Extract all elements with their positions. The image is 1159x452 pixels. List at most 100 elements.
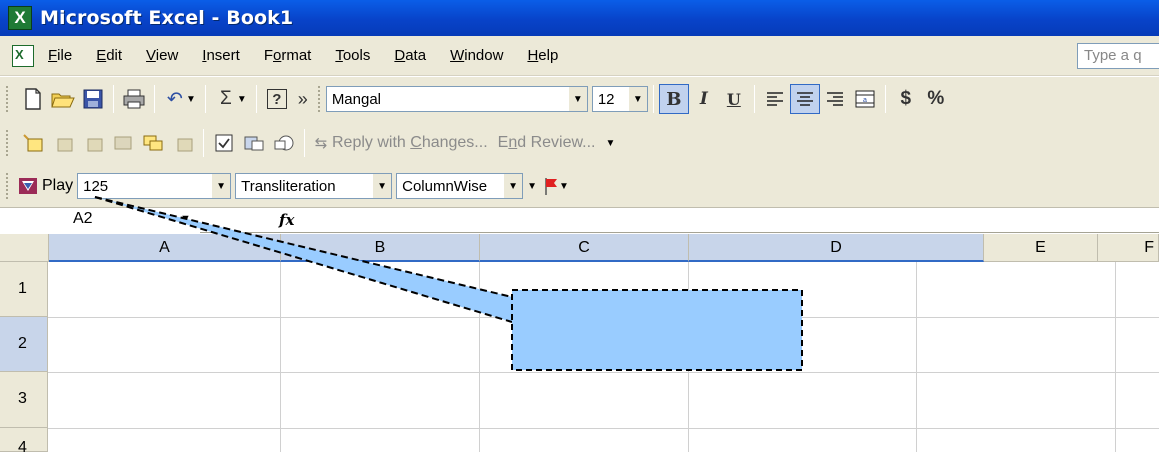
menu-tools[interactable]: Tools xyxy=(335,47,370,64)
align-center-icon[interactable] xyxy=(789,84,820,114)
align-right-icon[interactable] xyxy=(820,84,850,114)
grid-line xyxy=(1115,262,1116,452)
toolbar-options-icon[interactable]: » xyxy=(292,84,314,114)
mode-combo[interactable]: Transliteration ▼ xyxy=(235,173,393,199)
chevron-down-icon[interactable]: ▼ xyxy=(373,174,392,198)
previous-comment-icon xyxy=(48,128,78,158)
svg-text:a: a xyxy=(863,97,867,104)
name-box-dropdown-icon[interactable]: ▼ xyxy=(180,213,191,225)
toolbar-grip[interactable] xyxy=(6,130,10,156)
chevron-down-icon[interactable]: ▼ xyxy=(212,174,231,198)
menu-format[interactable]: Format xyxy=(264,47,312,64)
chevron-down-icon[interactable]: ▼ xyxy=(628,87,647,111)
toolbar-separator xyxy=(255,85,257,113)
play-button[interactable]: Play xyxy=(18,176,73,196)
menu-insert[interactable]: Insert xyxy=(202,47,240,64)
column-header-f[interactable]: F xyxy=(1098,234,1159,262)
grid-line xyxy=(48,372,1159,373)
name-box[interactable]: A2 xyxy=(0,208,200,233)
open-folder-icon[interactable] xyxy=(48,84,78,114)
menu-help[interactable]: Help xyxy=(527,47,558,64)
insert-function-icon[interactable]: fx xyxy=(279,211,294,229)
toolbar-grip[interactable] xyxy=(6,86,10,112)
column-header-a[interactable]: A xyxy=(49,234,281,262)
menu-edit[interactable]: Edit xyxy=(96,47,122,64)
menu-data[interactable]: Data xyxy=(394,47,426,64)
merge-center-icon[interactable]: a xyxy=(850,84,880,114)
workbook-icon[interactable] xyxy=(12,44,34,67)
direction-combo[interactable]: ColumnWise ▼ xyxy=(396,173,524,199)
toolbar-options-icon[interactable]: ▼ xyxy=(605,138,615,149)
formula-bar: A2 ▼ fx xyxy=(0,207,1159,233)
toolbar-grip[interactable] xyxy=(317,86,322,112)
speed-combo[interactable]: 125 ▼ xyxy=(77,173,232,199)
chevron-down-icon[interactable]: ▼ xyxy=(568,87,587,111)
italic-button[interactable]: I xyxy=(689,84,719,114)
underline-button[interactable]: U xyxy=(719,84,749,114)
font-name-select[interactable]: Mangal ▼ xyxy=(325,86,588,112)
menu-bar: File Edit View Insert Format Tools Data … xyxy=(0,36,1159,76)
show-all-comments-icon[interactable] xyxy=(138,128,168,158)
new-comment-icon[interactable] xyxy=(18,128,48,158)
cell-grid[interactable] xyxy=(49,262,1159,452)
column-header-c[interactable]: C xyxy=(480,234,689,262)
grid-line xyxy=(916,262,917,452)
toolbar-separator xyxy=(154,85,155,113)
protect-share-icon[interactable] xyxy=(239,128,269,158)
toolbar-grip[interactable] xyxy=(6,173,10,199)
toolbar-separator xyxy=(304,129,305,157)
currency-button[interactable]: $ xyxy=(891,84,921,114)
toolbar-separator xyxy=(652,85,654,113)
select-all-corner[interactable] xyxy=(0,234,49,262)
play-label: Play xyxy=(42,177,74,194)
column-header-e[interactable]: E xyxy=(984,234,1098,262)
toolbar-separator xyxy=(203,129,204,157)
toolbar-separator xyxy=(753,85,755,113)
toolbar-separator xyxy=(113,85,114,113)
column-header-b[interactable]: B xyxy=(281,234,480,262)
toolbar-options-icon[interactable]: ▼ xyxy=(559,181,569,192)
next-comment-icon xyxy=(78,128,108,158)
combo-options-icon[interactable]: ▼ xyxy=(527,181,537,192)
new-file-icon[interactable] xyxy=(18,84,48,114)
menu-file[interactable]: File xyxy=(48,47,72,64)
column-header-d[interactable]: D xyxy=(689,234,984,262)
chevron-down-icon[interactable]: ▼ xyxy=(504,174,523,198)
bold-button[interactable]: B xyxy=(658,84,689,114)
show-comment-icon xyxy=(108,128,138,158)
row-header-2[interactable]: 2 xyxy=(0,317,48,372)
toolbar-separator xyxy=(204,85,206,113)
grid-line xyxy=(48,317,1159,318)
row-header-3[interactable]: 3 xyxy=(0,372,48,428)
autosum-dropdown-icon[interactable]: ▼ xyxy=(237,94,247,105)
track-changes-icon[interactable] xyxy=(209,128,239,158)
end-review-button: End Review... xyxy=(497,134,596,151)
excel-app-icon[interactable]: X xyxy=(8,6,32,30)
undo-dropdown-icon[interactable]: ▼ xyxy=(186,94,196,105)
row-header-1[interactable]: 1 xyxy=(0,262,48,317)
menu-view[interactable]: View xyxy=(146,47,178,64)
percent-button[interactable]: % xyxy=(921,84,951,114)
title-bar: X Microsoft Excel - Book1 xyxy=(0,0,1159,36)
menu-window[interactable]: Window xyxy=(450,47,503,64)
reply-changes-icon: ⇆ xyxy=(314,135,328,152)
font-size-select[interactable]: 12 ▼ xyxy=(591,86,648,112)
grid-line xyxy=(48,428,1159,429)
toolbar-separator xyxy=(884,85,886,113)
send-to-mail-icon[interactable] xyxy=(269,128,299,158)
grid-line xyxy=(479,262,480,452)
play-icon xyxy=(19,178,37,194)
align-left-icon[interactable] xyxy=(760,84,790,114)
save-icon[interactable] xyxy=(78,84,108,114)
grid-line xyxy=(688,262,689,452)
window-title: Microsoft Excel - Book1 xyxy=(40,7,294,29)
print-icon[interactable] xyxy=(119,84,149,114)
custom-toolbar: Play 125 ▼ Transliteration ▼ ColumnWise … xyxy=(0,165,1159,207)
ask-question-input[interactable]: Type a q xyxy=(1077,43,1159,69)
standard-toolbar: ↶ ▼ Σ ▼ ? » Mangal ▼ 12 ▼ B I U a $ % xyxy=(0,77,1159,121)
grid-line xyxy=(280,262,281,452)
help-icon[interactable]: ? xyxy=(262,84,292,114)
delete-comment-icon xyxy=(168,128,198,158)
row-header-4[interactable]: 4 xyxy=(0,428,48,452)
reply-with-changes-button: Reply with Changes... xyxy=(332,134,488,151)
